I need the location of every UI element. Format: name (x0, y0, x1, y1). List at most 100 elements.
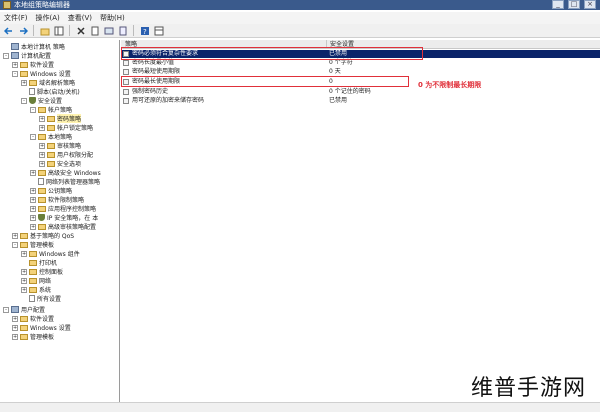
tree-node-label: 安全选项 (57, 161, 82, 168)
view-icon[interactable] (153, 25, 164, 36)
refresh-icon[interactable] (103, 25, 114, 36)
collapse-icon[interactable]: - (12, 70, 18, 77)
tree-node[interactable]: + 公钥策略 (30, 186, 72, 195)
minimize-button[interactable]: _ (552, 0, 564, 9)
expand-icon[interactable]: + (39, 115, 45, 122)
tree-node[interactable]: - 帐户策略 (30, 105, 72, 114)
expand-icon[interactable]: + (12, 232, 18, 239)
window-title: 本地组策略编辑器 (14, 1, 70, 9)
expand-icon[interactable]: + (12, 61, 18, 68)
tree-node[interactable]: - 安全设置 (21, 96, 62, 105)
tree-node[interactable]: + 系统 (21, 285, 51, 294)
expand-icon[interactable]: + (12, 324, 18, 331)
navigation-tree: 本地计算机 策略 - 计算机配置 + 软件设置 - Windows 设置 + 域名解析策略 脚本(… (0, 40, 120, 402)
list-row[interactable]: 强制密码历史 0 个记住的密码 (121, 88, 600, 96)
tree-node[interactable]: - 用户配置 (3, 305, 45, 314)
policy-icon (123, 69, 129, 75)
forward-icon[interactable] (17, 25, 28, 36)
tree-node[interactable]: 打印机 (21, 258, 57, 267)
menu-view[interactable]: 查看(V) (68, 12, 92, 24)
expand-icon[interactable]: + (30, 214, 36, 221)
tree-node-label: 所有设置 (37, 296, 62, 303)
watermark: 维普手游网 (470, 376, 586, 401)
tree-node[interactable]: + 密码策略 (39, 114, 82, 123)
tree-node-label: 网络 (39, 278, 52, 285)
delete-icon[interactable] (75, 25, 86, 36)
expand-icon[interactable]: + (12, 315, 18, 322)
folder-icon (38, 187, 46, 194)
back-icon[interactable] (3, 25, 14, 36)
collapse-icon[interactable]: - (21, 97, 27, 104)
help-icon[interactable]: ? (139, 25, 150, 36)
tree-node-label: 控制面板 (39, 269, 64, 276)
menu-file[interactable]: 文件(F) (4, 12, 28, 24)
tree-node[interactable]: 网络列表管理器策略 (30, 177, 100, 186)
list-row[interactable]: 密码长度最小值 0 个字符 (121, 59, 600, 67)
collapse-icon[interactable]: - (30, 106, 36, 113)
expand-icon[interactable]: + (30, 196, 36, 203)
menu-help[interactable]: 帮助(H) (100, 12, 125, 24)
tree-node[interactable]: + Windows 组件 (21, 249, 80, 258)
tree-node[interactable]: + 基于策略的 QoS (12, 231, 74, 240)
tree-node[interactable]: + 安全选项 (39, 159, 81, 168)
tree-node[interactable]: + 域名解析策略 (21, 78, 75, 87)
expand-icon[interactable]: + (39, 124, 45, 131)
expand-icon[interactable]: + (30, 169, 36, 176)
show-tree-icon[interactable] (53, 25, 64, 36)
tree-node[interactable]: + 控制面板 (21, 267, 63, 276)
collapse-icon[interactable]: - (3, 306, 9, 313)
tree-node[interactable]: + 软件设置 (12, 314, 54, 323)
expand-icon[interactable]: + (30, 205, 36, 212)
up-folder-icon[interactable] (39, 25, 50, 36)
export-icon[interactable] (117, 25, 128, 36)
close-button[interactable]: × (584, 0, 596, 9)
menu-action[interactable]: 操作(A) (36, 12, 60, 24)
tree-node-label: 高级安全 Windows (48, 170, 101, 177)
tree-node-label: 安全设置 (38, 98, 63, 105)
tree-node[interactable]: + 应用程序控制策略 (30, 204, 96, 213)
tree-node[interactable]: + 软件设置 (12, 60, 54, 69)
expand-icon[interactable]: + (21, 250, 27, 257)
expand-icon[interactable]: + (21, 268, 27, 275)
expand-icon[interactable]: + (30, 223, 36, 230)
tree-node[interactable]: + 用户权限分配 (39, 150, 93, 159)
expand-icon[interactable]: + (30, 187, 36, 194)
tree-node[interactable]: + 审核策略 (39, 141, 81, 150)
expand-icon[interactable]: + (12, 333, 18, 340)
expand-icon[interactable]: + (21, 277, 27, 284)
tree-node[interactable]: + 管理模板 (12, 332, 54, 341)
status-bar (0, 402, 600, 412)
tree-node[interactable]: - 本地策略 (30, 132, 72, 141)
tree-node-label: Windows 设置 (30, 325, 71, 332)
tree-node[interactable]: - Windows 设置 (12, 69, 71, 78)
expand-icon[interactable]: + (39, 160, 45, 167)
toolbar: ? (0, 24, 600, 38)
list-row[interactable]: 用可还原的加密来储存密码 已禁用 (121, 97, 600, 105)
list-row[interactable]: 密码最短使用期限 0 天 (121, 68, 600, 76)
tree-node[interactable]: + Windows 设置 (12, 323, 71, 332)
tree-node[interactable]: 脚本(启动/关机) (21, 87, 80, 96)
properties-icon[interactable] (89, 25, 100, 36)
tree-node[interactable]: - 管理模板 (12, 240, 54, 249)
tree-node[interactable]: 所有设置 (21, 294, 61, 303)
collapse-icon[interactable]: - (12, 241, 18, 248)
tree-node[interactable]: + 高级审核策略配置 (30, 222, 96, 231)
tree-node[interactable]: + IP 安全策略，在 本 (30, 213, 98, 222)
title-bar: 本地组策略编辑器 _ □ × (0, 0, 600, 10)
tree-node[interactable]: 本地计算机 策略 (3, 42, 65, 51)
tree-node[interactable]: + 网络 (21, 276, 51, 285)
tree-node[interactable]: + 帐户锁定策略 (39, 123, 93, 132)
collapse-icon[interactable]: - (30, 133, 36, 140)
tree-node[interactable]: + 软件限制策略 (30, 195, 84, 204)
expand-icon[interactable]: + (39, 142, 45, 149)
tree-node[interactable]: + 高级安全 Windows (30, 168, 101, 177)
expand-icon[interactable]: + (21, 79, 27, 86)
tree-node[interactable]: - 计算机配置 (3, 51, 51, 60)
expand-icon[interactable]: + (21, 286, 27, 293)
policy-icon (123, 60, 129, 66)
expand-icon[interactable]: + (39, 151, 45, 158)
collapse-icon[interactable]: - (3, 52, 9, 59)
maximize-button[interactable]: □ (568, 0, 580, 9)
doc-icon (29, 295, 35, 302)
